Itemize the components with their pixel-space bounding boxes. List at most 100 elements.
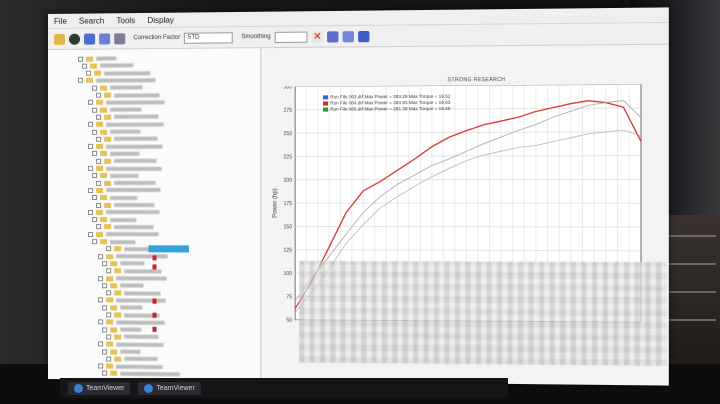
tree-row[interactable] (98, 341, 164, 348)
zoom-icon[interactable] (342, 30, 354, 42)
tree-row[interactable] (92, 129, 141, 135)
tree-row[interactable] (78, 77, 156, 84)
expand-toggle-icon[interactable] (92, 173, 98, 179)
tree-row[interactable] (92, 173, 139, 179)
tree-row[interactable] (102, 261, 145, 267)
tree-row[interactable] (92, 195, 138, 201)
expand-toggle-icon[interactable] (88, 121, 94, 128)
expand-toggle-icon[interactable] (92, 151, 98, 157)
menu-search[interactable]: Search (73, 16, 110, 25)
tree-row[interactable] (86, 70, 151, 76)
tree-row[interactable] (92, 151, 140, 157)
tree-row[interactable] (106, 334, 159, 340)
expand-toggle-icon[interactable] (88, 187, 94, 193)
tree-row[interactable] (102, 305, 143, 311)
globe-icon[interactable] (68, 33, 81, 45)
expand-toggle-icon[interactable] (102, 305, 108, 311)
tree-row[interactable] (88, 209, 160, 215)
tree-row[interactable] (96, 180, 156, 186)
correction-factor-select[interactable]: STD (184, 31, 234, 44)
expand-toggle-icon[interactable] (106, 334, 112, 340)
tree-row[interactable] (88, 231, 159, 237)
tree-row[interactable] (92, 239, 136, 245)
tree-row[interactable] (88, 99, 165, 106)
expand-toggle-icon[interactable] (96, 202, 102, 208)
tree-row[interactable] (88, 187, 161, 193)
tree-row[interactable] (96, 224, 154, 230)
expand-toggle-icon[interactable] (96, 158, 102, 164)
tree-row[interactable] (98, 275, 167, 281)
chart-icon[interactable] (84, 33, 96, 45)
tree-row[interactable] (92, 217, 137, 223)
expand-toggle-icon[interactable] (98, 275, 104, 281)
tree-row[interactable] (78, 55, 117, 62)
move-icon[interactable] (358, 30, 370, 42)
expand-toggle-icon[interactable] (86, 70, 92, 76)
tree-row[interactable] (96, 202, 155, 208)
expand-toggle-icon[interactable] (102, 261, 108, 267)
expand-toggle-icon[interactable] (102, 283, 108, 289)
tree-row[interactable] (96, 92, 160, 98)
taskbar-teamviewer-1[interactable]: TeamViewer (68, 381, 131, 395)
expand-toggle-icon[interactable] (102, 327, 108, 333)
expand-toggle-icon[interactable] (78, 56, 84, 62)
tree-row[interactable] (102, 327, 142, 333)
tree-row[interactable] (96, 136, 158, 142)
menu-tools[interactable]: Tools (110, 16, 141, 25)
tree-row[interactable] (92, 85, 143, 91)
expand-toggle-icon[interactable] (92, 129, 98, 135)
expand-toggle-icon[interactable] (78, 78, 84, 84)
expand-toggle-icon[interactable] (98, 253, 104, 259)
delete-icon[interactable]: ✕ (311, 30, 324, 43)
expand-toggle-icon[interactable] (88, 143, 94, 149)
tree-row[interactable] (92, 107, 142, 113)
expand-toggle-icon[interactable] (96, 114, 102, 120)
tree-row[interactable] (98, 253, 168, 259)
expand-toggle-icon[interactable] (102, 370, 108, 377)
expand-toggle-icon[interactable] (88, 100, 94, 106)
tree-row[interactable] (82, 63, 134, 69)
expand-toggle-icon[interactable] (96, 180, 102, 186)
table-icon[interactable] (99, 32, 111, 45)
expand-toggle-icon[interactable] (96, 224, 102, 230)
expand-toggle-icon[interactable] (96, 92, 102, 98)
expand-toggle-icon[interactable] (92, 85, 98, 91)
expand-toggle-icon[interactable] (98, 297, 104, 303)
expand-toggle-icon[interactable] (98, 341, 104, 347)
menu-file[interactable]: File (48, 16, 73, 25)
expand-toggle-icon[interactable] (98, 319, 104, 325)
tree-row[interactable] (106, 356, 158, 363)
open-folder-icon[interactable] (53, 33, 65, 45)
expand-toggle-icon[interactable] (106, 268, 112, 274)
tree-row[interactable] (88, 143, 163, 149)
tree-row[interactable] (98, 363, 163, 370)
expand-toggle-icon[interactable] (92, 239, 98, 245)
print-icon[interactable] (114, 32, 126, 44)
tree-row[interactable] (102, 283, 144, 289)
smoothing-input[interactable] (274, 31, 308, 43)
tree-row[interactable] (88, 165, 162, 171)
menu-display[interactable]: Display (141, 15, 180, 24)
tree-row[interactable] (102, 348, 141, 355)
tree-row[interactable] (98, 319, 165, 326)
tree-row[interactable] (88, 121, 164, 128)
expand-toggle-icon[interactable] (98, 363, 104, 369)
expand-toggle-icon[interactable] (102, 348, 108, 355)
tree-row[interactable] (96, 114, 159, 120)
grid-icon[interactable] (327, 30, 339, 43)
tree-row[interactable] (106, 290, 161, 296)
expand-toggle-icon[interactable] (106, 312, 112, 318)
expand-toggle-icon[interactable] (88, 231, 94, 237)
expand-toggle-icon[interactable] (96, 136, 102, 142)
expand-toggle-icon[interactable] (82, 63, 88, 69)
expand-toggle-icon[interactable] (88, 165, 94, 171)
expand-toggle-icon[interactable] (92, 217, 98, 223)
expand-toggle-icon[interactable] (92, 195, 98, 201)
expand-toggle-icon[interactable] (106, 356, 112, 362)
expand-toggle-icon[interactable] (88, 209, 94, 215)
tree-selected-item[interactable] (148, 245, 189, 253)
tree-row[interactable] (96, 158, 157, 164)
expand-toggle-icon[interactable] (106, 246, 112, 252)
expand-toggle-icon[interactable] (92, 107, 98, 113)
taskbar-teamviewer-2[interactable]: TeamViewer (138, 381, 201, 395)
